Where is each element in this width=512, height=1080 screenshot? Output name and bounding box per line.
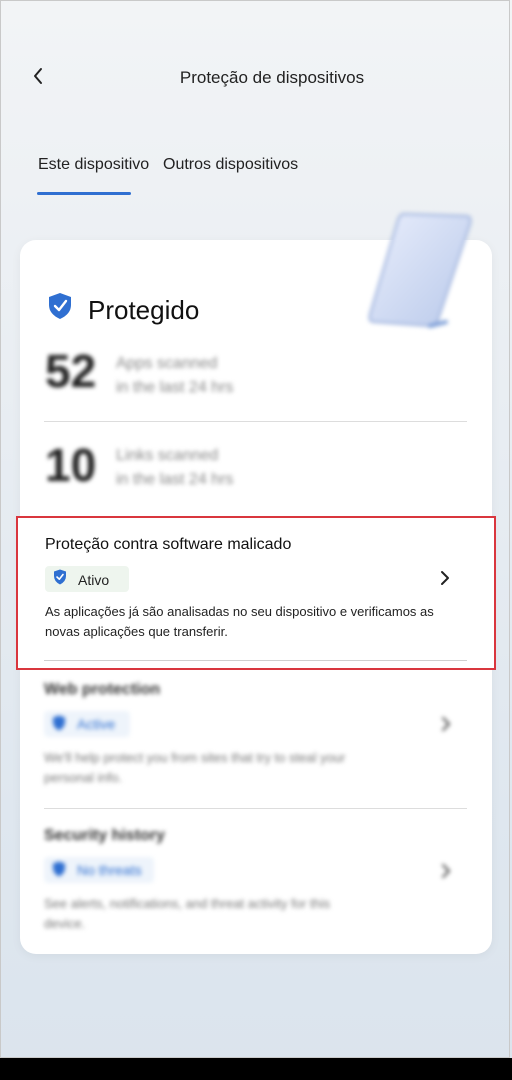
tab-other-devices[interactable]: Outros dispositivos <box>163 156 298 174</box>
links-scanned-line1: Links scanned <box>116 447 219 464</box>
malware-protection-description: As aplicações já são analisadas no seu d… <box>45 604 434 639</box>
chevron-right-icon[interactable] <box>438 567 452 589</box>
web-protection-description: We'll help protect you from sites that t… <box>44 750 346 785</box>
divider <box>44 421 467 422</box>
divider <box>44 660 467 661</box>
web-protection-status: Active <box>77 716 116 732</box>
apps-scanned-label: Apps scanned in the last 24 hrs <box>116 352 296 400</box>
divider <box>44 808 467 809</box>
security-history-description: See alerts, notifications, and threat ac… <box>44 896 331 931</box>
system-navigation-bar <box>0 1058 512 1080</box>
links-scanned-count: 10 <box>45 439 97 491</box>
web-protection-title[interactable]: Web protection <box>44 681 160 699</box>
chevron-right-icon[interactable] <box>440 714 452 734</box>
page-title: Proteção de dispositivos <box>179 68 365 87</box>
shield-check-icon <box>53 569 67 585</box>
chevron-right-icon[interactable] <box>440 861 452 881</box>
links-scanned-line2: in the last 24 hrs <box>116 471 234 488</box>
malware-protection-title: Proteção contra software malicado <box>45 536 292 553</box>
security-history-status: No threats <box>77 862 142 878</box>
security-history-title[interactable]: Security history <box>44 827 165 845</box>
tab-selected-indicator <box>37 192 131 195</box>
apps-scanned-line2: in the last 24 hrs <box>116 379 234 396</box>
protection-status: Protegido <box>86 293 210 328</box>
apps-scanned-line1: Apps scanned <box>116 355 218 372</box>
tab-this-device[interactable]: Este dispositivo <box>38 156 149 174</box>
shield-icon <box>52 861 66 877</box>
apps-scanned-count: 52 <box>45 345 97 397</box>
phone-illustration <box>366 210 476 332</box>
shield-check-icon <box>47 292 73 320</box>
shield-icon <box>52 715 66 731</box>
links-scanned-label: Links scanned in the last 24 hrs <box>116 444 296 492</box>
malware-status-label: Ativo <box>78 572 110 588</box>
